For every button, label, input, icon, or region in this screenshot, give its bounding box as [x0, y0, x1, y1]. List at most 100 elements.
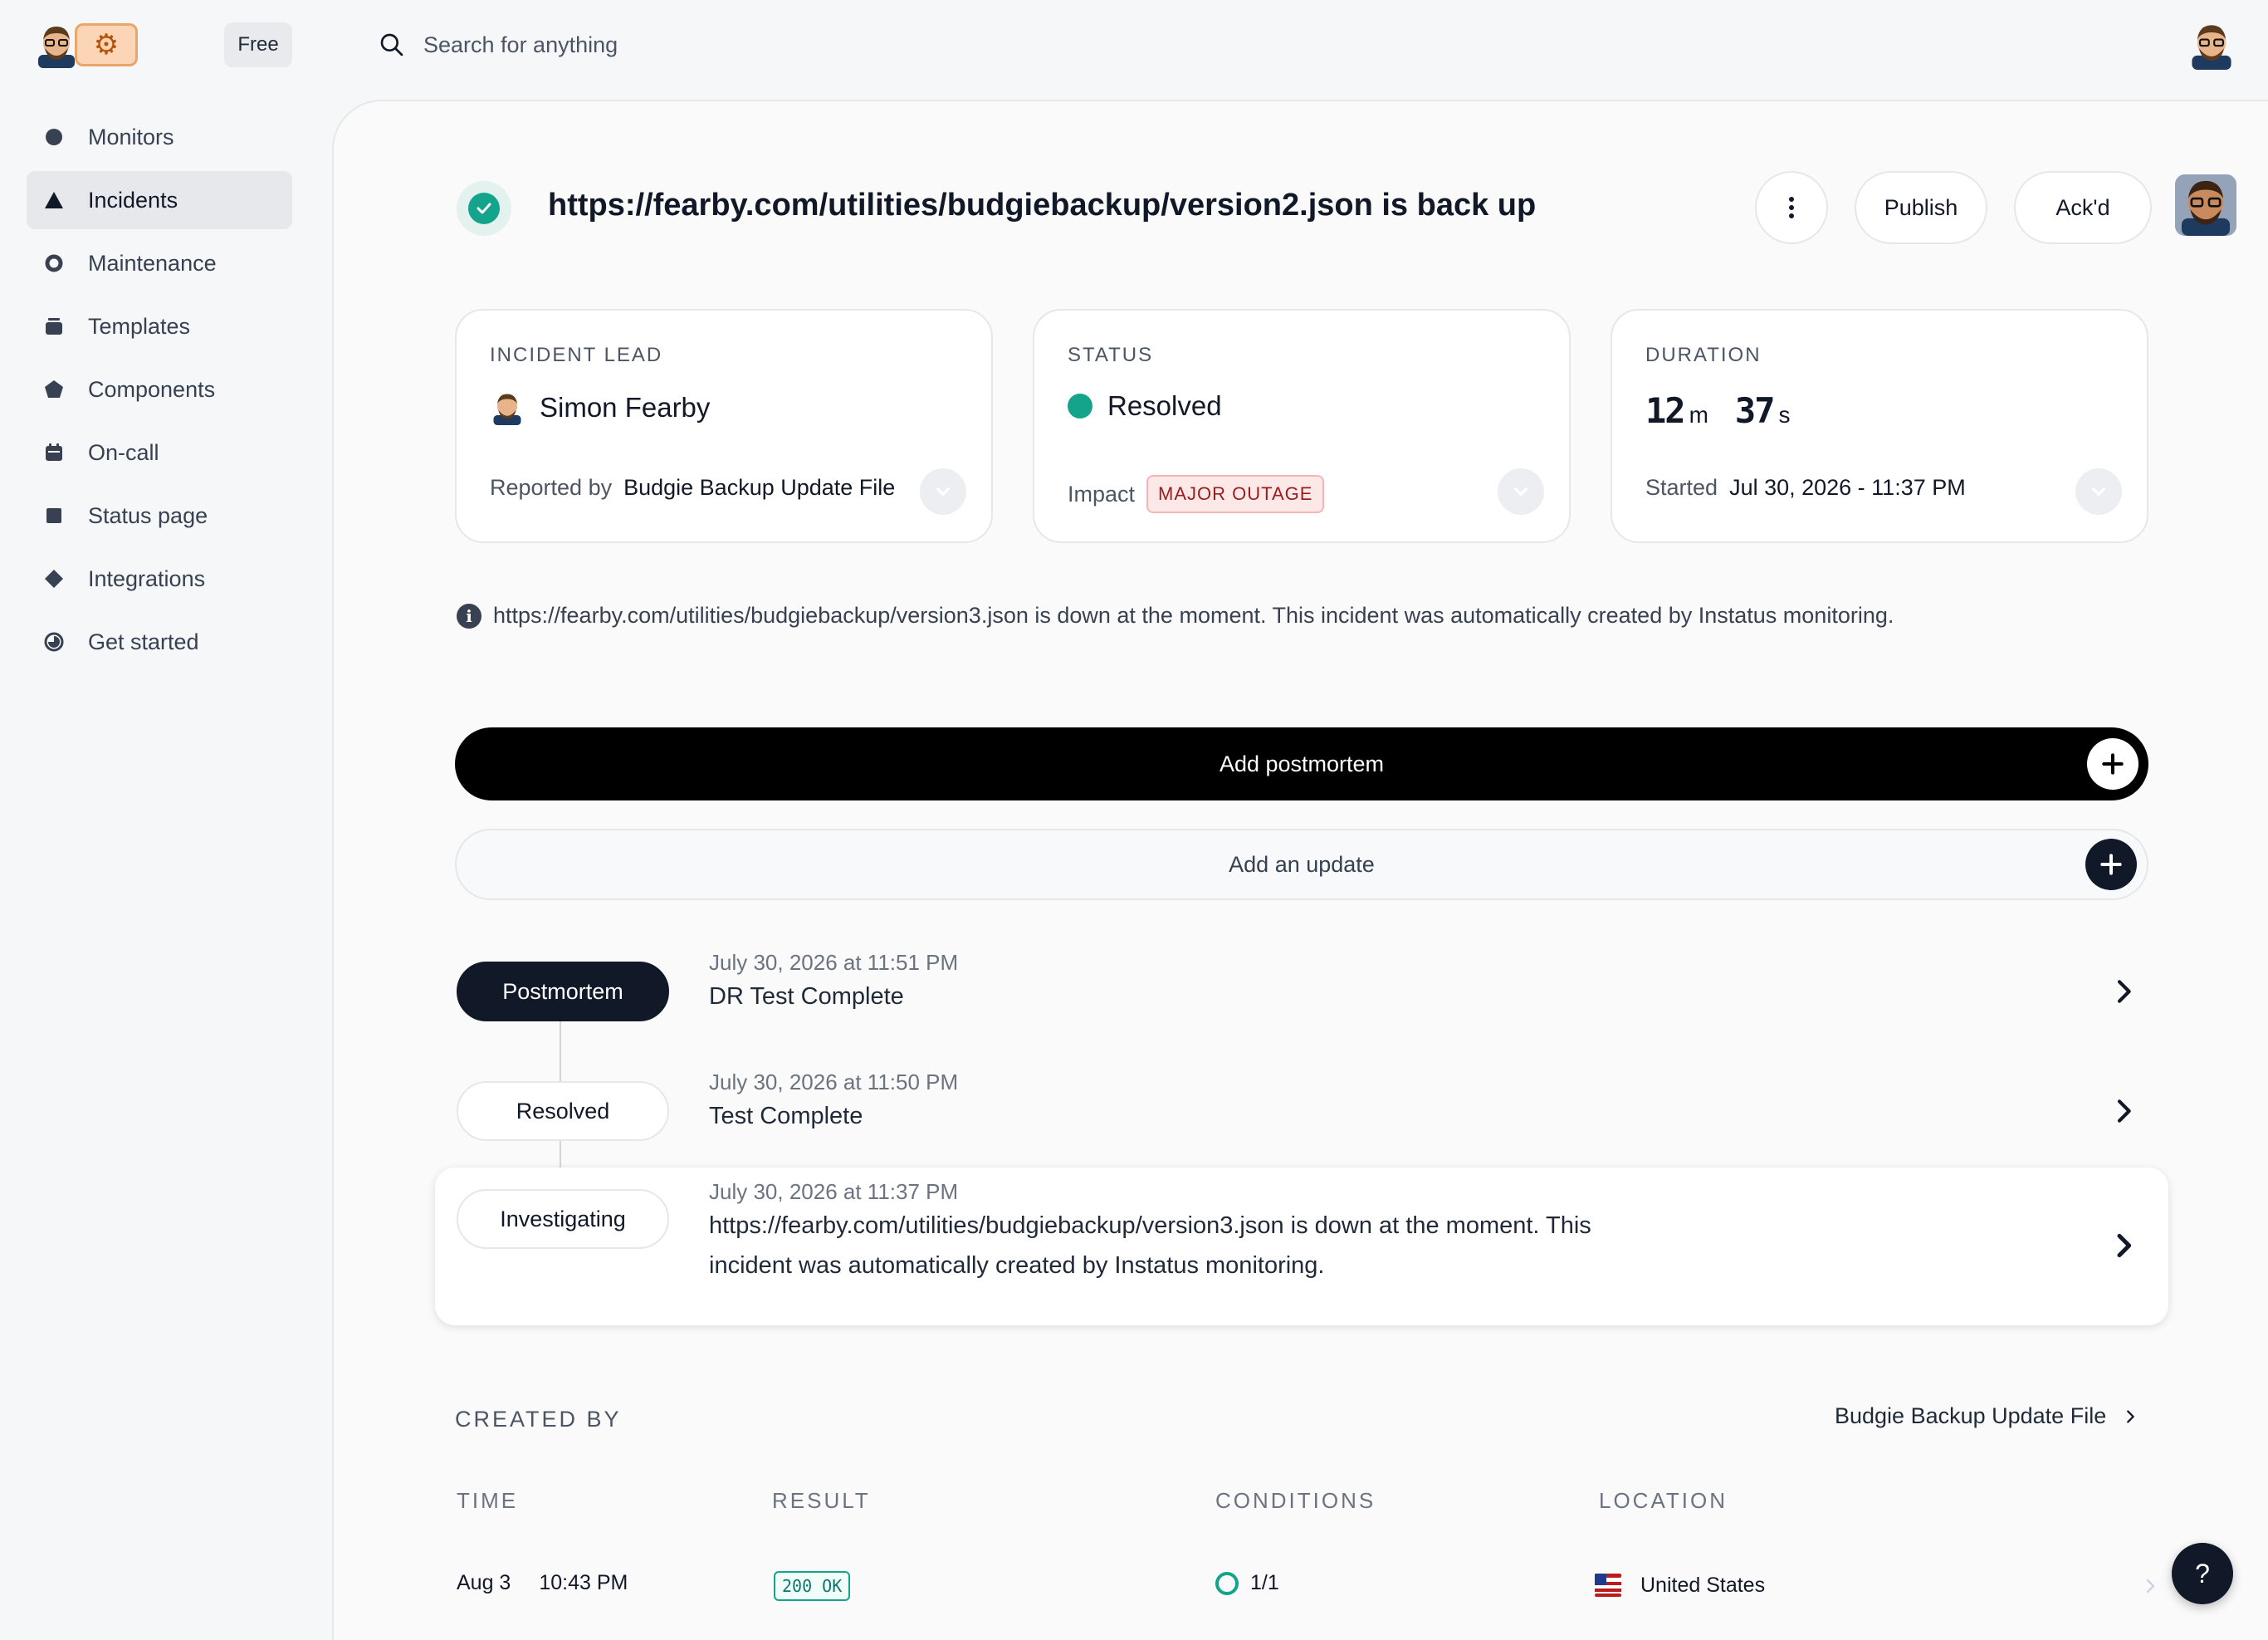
- timeline-text: https://fearby.com/utilities/budgiebacku…: [709, 1212, 1591, 1279]
- duration-value: 12 m 37 s: [1645, 390, 1811, 431]
- stack-icon: [43, 316, 65, 337]
- sidebar-item-status-page[interactable]: Status page: [27, 487, 292, 545]
- sidebar-item-label: Maintenance: [88, 250, 217, 276]
- duration-seconds-unit: s: [1778, 402, 1791, 428]
- impact-label: Impact: [1068, 481, 1136, 507]
- incident-description: i https://fearby.com/utilities/budgiebac…: [457, 603, 1894, 629]
- plan-badge[interactable]: Free: [224, 22, 292, 67]
- info-icon: i: [457, 603, 481, 629]
- timeline-time: July 30, 2026 at 11:50 PM: [709, 1070, 959, 1094]
- timeline-status-pill: Investigating: [457, 1189, 669, 1249]
- sidebar-item-monitors[interactable]: Monitors: [27, 108, 292, 166]
- chevron-down-icon[interactable]: [1498, 468, 1544, 515]
- chevron-right-icon: [2127, 1409, 2135, 1423]
- timeline-text: DR Test Complete: [709, 983, 904, 1010]
- created-by-heading: CREATED BY: [455, 1407, 622, 1432]
- column-header-conditions: CONDITIONS: [1215, 1488, 1376, 1513]
- incident-lead-avatar[interactable]: [2175, 174, 2236, 236]
- created-by-monitor-link[interactable]: Budgie Backup Update File: [1835, 1403, 2139, 1429]
- status-dot-icon: [1068, 394, 1092, 419]
- card-label: DURATION: [1645, 344, 1762, 366]
- timeline-entry[interactable]: Investigating July 30, 2026 at 11:37 PM …: [435, 1168, 2168, 1325]
- card-label: INCIDENT LEAD: [490, 344, 663, 366]
- result-badge: 200 OK: [774, 1571, 851, 1601]
- sidebar-item-label: On-call: [88, 439, 159, 465]
- column-header-location: LOCATION: [1599, 1488, 1728, 1513]
- chevron-right-icon: [2117, 1233, 2132, 1258]
- add-update-label: Add an update: [1229, 851, 1375, 877]
- row-date: Aug 3: [457, 1571, 511, 1594]
- timeline-entry[interactable]: Postmortem July 30, 2026 at 11:51 PM DR …: [455, 942, 2148, 1050]
- more-options-button[interactable]: [1755, 171, 1828, 244]
- sidebar-item-label: Integrations: [88, 565, 206, 591]
- sidebar-item-integrations[interactable]: Integrations: [27, 550, 292, 608]
- reported-by-prefix: Reported by: [490, 475, 613, 500]
- incident-lead-value[interactable]: Simon Fearby: [490, 390, 710, 425]
- sidebar-item-get-started[interactable]: Get started: [27, 613, 292, 671]
- timeline-text: Test Complete: [709, 1103, 863, 1129]
- duration-minutes-unit: m: [1689, 402, 1708, 428]
- row-time-value: 10:43 PM: [539, 1571, 628, 1594]
- status-value[interactable]: Resolved: [1068, 390, 1222, 422]
- chevron-right-icon: [2117, 1099, 2131, 1123]
- search-input[interactable]: [423, 32, 1004, 58]
- search-bar[interactable]: [379, 23, 1004, 66]
- started-label: Started: [1645, 475, 1718, 500]
- add-postmortem-label: Add postmortem: [1219, 751, 1385, 776]
- column-header-result: RESULT: [772, 1488, 871, 1513]
- plus-icon: [2085, 839, 2137, 890]
- user-avatar[interactable]: [2187, 20, 2236, 70]
- sidebar-item-label: Components: [88, 376, 216, 402]
- chevron-right-icon: [2117, 980, 2131, 1003]
- acknowledge-button[interactable]: Ack'd: [2014, 171, 2152, 244]
- row-location: United States: [1594, 1571, 1765, 1599]
- sidebar-item-on-call[interactable]: On-call: [27, 423, 292, 482]
- ring-icon: [43, 252, 65, 274]
- help-button[interactable]: ?: [2172, 1543, 2233, 1604]
- card-label: STATUS: [1068, 344, 1154, 366]
- timeline-time: July 30, 2026 at 11:51 PM: [709, 950, 959, 975]
- chevron-right-icon: [2146, 1579, 2155, 1593]
- sidebar-item-label: Status page: [88, 502, 208, 528]
- chevron-down-icon[interactable]: [920, 468, 966, 515]
- plus-icon: [2087, 738, 2138, 790]
- started-value: Jul 30, 2026 - 11:37 PM: [1729, 475, 1966, 500]
- location-value: United States: [1640, 1573, 1766, 1597]
- us-flag-icon: [1595, 1574, 1621, 1597]
- row-time: Aug 3 10:43 PM: [457, 1571, 628, 1595]
- status-text: Resolved: [1107, 390, 1222, 421]
- add-update-button[interactable]: Add an update: [455, 829, 2148, 900]
- pentagon-icon: [43, 379, 65, 400]
- reported-by: Reported by Budgie Backup Update File: [490, 475, 895, 501]
- duration-minutes: 12: [1645, 390, 1686, 431]
- sidebar-item-incidents[interactable]: Incidents: [27, 171, 292, 229]
- sidebar-item-templates[interactable]: Templates: [27, 297, 292, 355]
- circle-icon: [43, 126, 65, 148]
- add-postmortem-button[interactable]: Add postmortem: [455, 727, 2148, 800]
- timeline-entry[interactable]: Resolved July 30, 2026 at 11:50 PM Test …: [455, 1061, 2148, 1169]
- sidebar-item-label: Incidents: [88, 187, 178, 213]
- chevron-down-icon[interactable]: [2075, 468, 2122, 515]
- impact-badge[interactable]: MAJOR OUTAGE: [1146, 475, 1325, 513]
- duration-card: DURATION 12 m 37 s Started Jul 30, 2026 …: [1611, 309, 2148, 543]
- gear-icon: ⚙: [75, 23, 138, 66]
- duration-seconds: 37: [1734, 390, 1776, 431]
- vertical-dots-icon: [1789, 197, 1794, 218]
- monitor-name: Budgie Backup Update File: [1835, 1403, 2107, 1428]
- square-icon: [43, 505, 65, 526]
- conditions-value: 1/1: [1250, 1571, 1279, 1594]
- search-icon: [380, 33, 403, 56]
- row-conditions: 1/1: [1215, 1571, 1279, 1595]
- incident-lead-card: INCIDENT LEAD Simon Fearby Reported by B…: [455, 309, 993, 543]
- progress-circle-icon: [43, 631, 65, 653]
- top-bar: ⚙ Free: [0, 0, 2268, 100]
- row-result: 200 OK: [774, 1571, 851, 1601]
- sidebar-item-maintenance[interactable]: Maintenance: [27, 234, 292, 292]
- publish-button[interactable]: Publish: [1855, 171, 1987, 244]
- avatar-icon: [493, 394, 521, 425]
- started: Started Jul 30, 2026 - 11:37 PM: [1645, 475, 1966, 501]
- sidebar: Monitors Incidents Maintenance Templates…: [27, 108, 292, 676]
- incident-lead-name: Simon Fearby: [540, 392, 711, 423]
- app-logo[interactable]: ⚙: [33, 22, 139, 68]
- sidebar-item-components[interactable]: Components: [27, 360, 292, 419]
